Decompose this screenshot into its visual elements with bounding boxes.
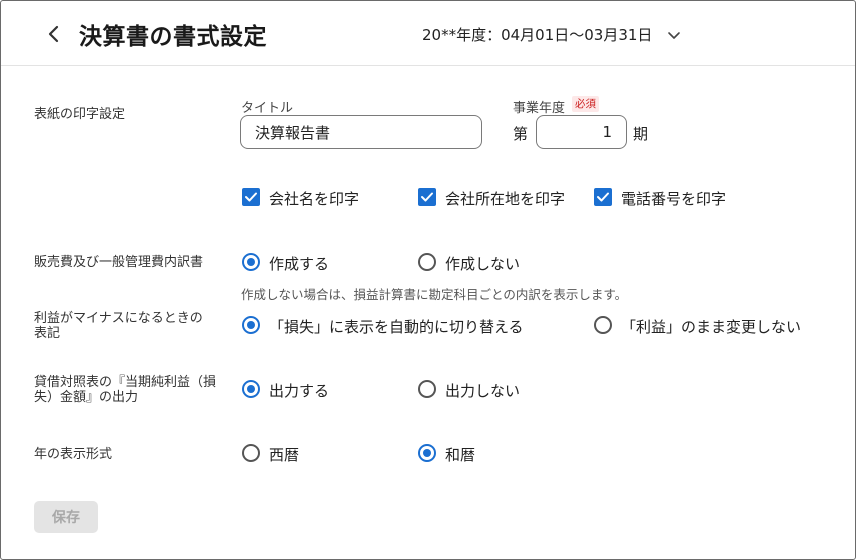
sga-schedule-label: 販売費及び一般管理費内訳書 — [34, 255, 204, 270]
radio-sga-create[interactable] — [242, 253, 260, 271]
radio-switch-to-loss-label: 「損失」に表示を自動的に切り替える — [269, 318, 524, 336]
title-input-value: 決算報告書 — [255, 123, 331, 142]
radio-japanese-calendar-label: 和暦 — [445, 446, 476, 464]
chevron-down-icon[interactable] — [667, 27, 681, 39]
cover-print-label: 表紙の印字設定 — [34, 107, 126, 122]
title-field-label: タイトル — [241, 101, 294, 116]
fiscal-year-label: 事業年度 — [513, 101, 566, 116]
title-input[interactable]: 決算報告書 — [240, 115, 482, 149]
negative-profit-label-line2: 表記 — [34, 326, 61, 341]
checkbox-phone-number[interactable] — [594, 188, 612, 206]
save-button[interactable]: 保存 — [34, 501, 98, 533]
back-chevron-icon[interactable] — [41, 21, 67, 47]
radio-sga-not-create-label: 作成しない — [445, 255, 521, 273]
radio-japanese-calendar[interactable] — [418, 444, 436, 462]
term-prefix: 第 — [513, 125, 529, 143]
page-title: 決算書の書式設定 — [79, 24, 267, 50]
balance-sheet-label-line2: 失）金額』の出力 — [34, 390, 139, 405]
required-badge: 必須 — [572, 96, 599, 112]
radio-sga-create-label: 作成する — [269, 255, 330, 273]
year-format-label: 年の表示形式 — [34, 447, 113, 462]
checkbox-company-address-label: 会社所在地を印字 — [445, 190, 566, 208]
negative-profit-label-line1: 利益がマイナスになるときの — [34, 311, 203, 326]
radio-keep-profit-label: 「利益」のまま変更しない — [621, 318, 802, 336]
radio-output[interactable] — [242, 380, 260, 398]
term-number-value: 1 — [602, 123, 612, 141]
radio-output-label: 出力する — [269, 382, 330, 400]
checkbox-company-address[interactable] — [418, 188, 436, 206]
settings-panel: 決算書の書式設定 20**年度：04月01日〜03月31日 表紙の印字設定 タイ… — [0, 0, 856, 560]
radio-western-calendar-label: 西暦 — [269, 446, 300, 464]
header: 決算書の書式設定 20**年度：04月01日〜03月31日 — [1, 1, 855, 66]
fiscal-period-selector[interactable]: 20**年度：04月01日〜03月31日 — [422, 24, 652, 45]
checkbox-company-name[interactable] — [242, 188, 260, 206]
radio-western-calendar[interactable] — [242, 444, 260, 462]
radio-switch-to-loss[interactable] — [242, 316, 260, 334]
sga-help-text: 作成しない場合は、損益計算書に勘定科目ごとの内訳を表示します。 — [241, 287, 628, 302]
balance-sheet-label-line1: 貸借対照表の『当期純利益（損 — [34, 375, 217, 390]
term-suffix: 期 — [633, 125, 649, 143]
term-number-input[interactable]: 1 — [536, 115, 627, 149]
checkbox-phone-number-label: 電話番号を印字 — [621, 190, 727, 208]
radio-no-output[interactable] — [418, 380, 436, 398]
checkbox-company-name-label: 会社名を印字 — [269, 190, 360, 208]
radio-sga-not-create[interactable] — [418, 253, 436, 271]
radio-no-output-label: 出力しない — [445, 382, 521, 400]
radio-keep-profit[interactable] — [594, 316, 612, 334]
